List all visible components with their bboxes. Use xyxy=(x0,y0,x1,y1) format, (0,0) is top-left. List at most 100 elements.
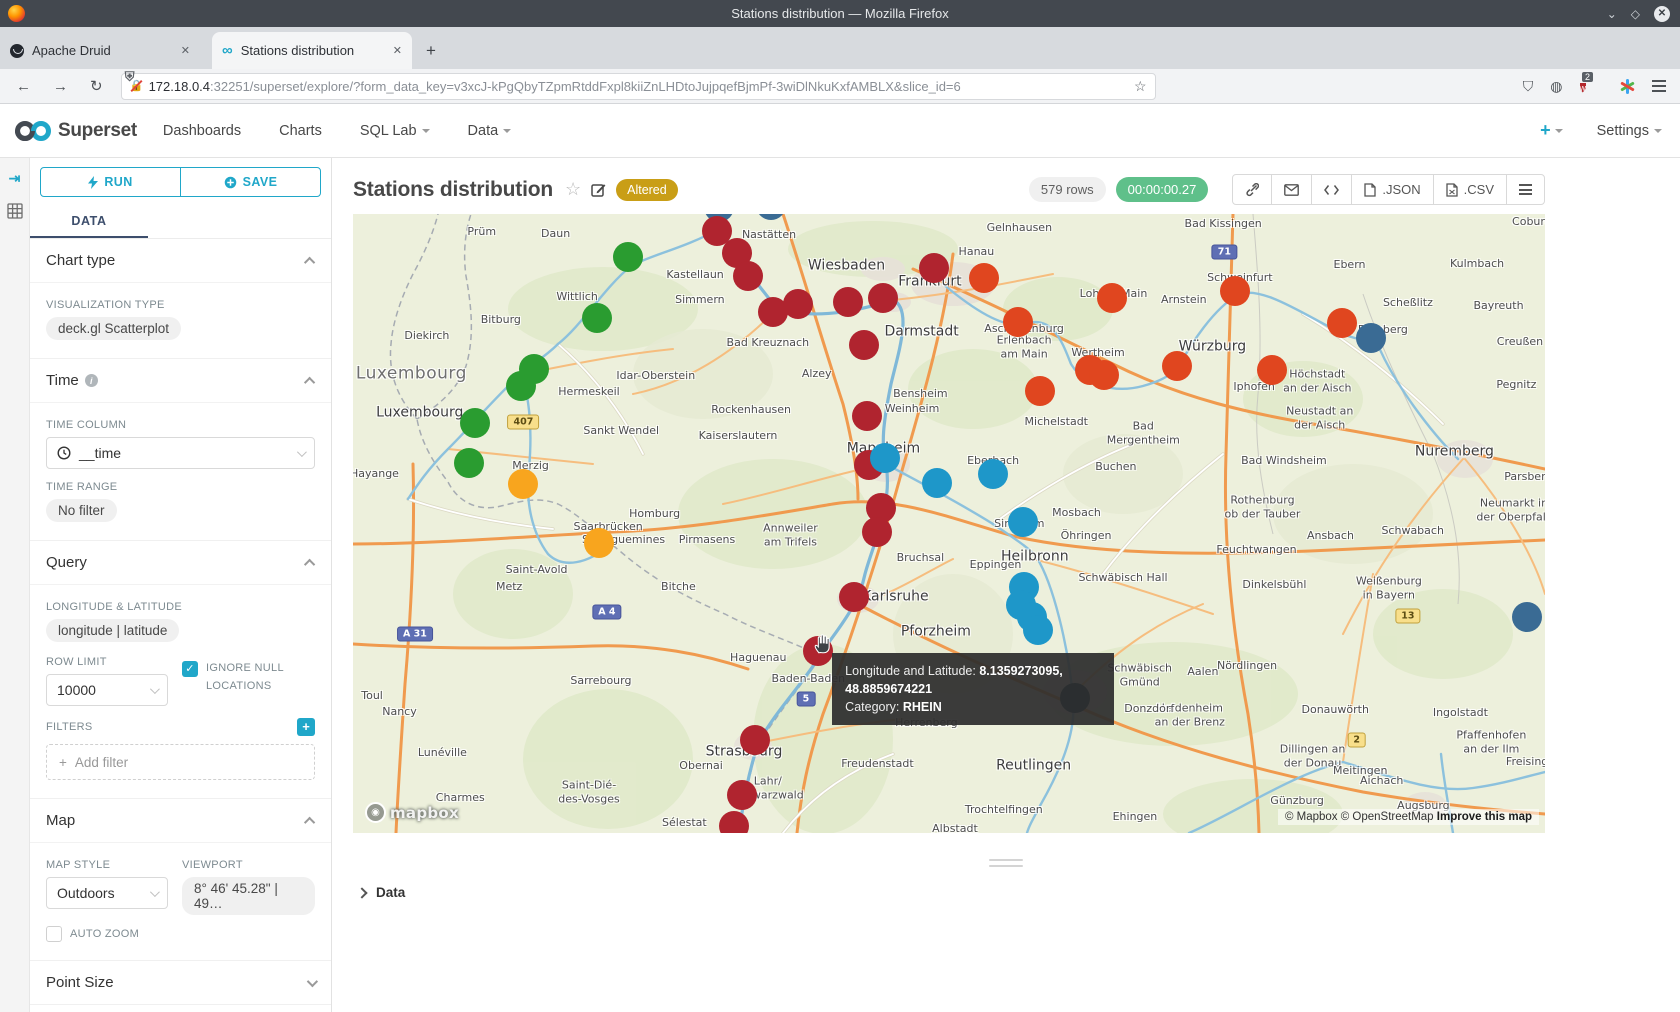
bookmark-star-icon[interactable]: ☆ xyxy=(1134,78,1147,95)
tab-apache-druid[interactable]: Apache Druid ✕ xyxy=(0,32,200,69)
map-place-label: Rothenburgob der Tauber xyxy=(1225,493,1301,521)
map-point-orangered[interactable] xyxy=(1089,360,1119,390)
nav-sql-lab[interactable]: SQL Lab xyxy=(360,123,430,139)
map-point-green[interactable] xyxy=(506,371,536,401)
email-button[interactable] xyxy=(1272,175,1312,204)
insecure-lock-icon[interactable]: 🔒 xyxy=(130,79,142,93)
section-header[interactable]: Chart type xyxy=(30,239,331,283)
map-point-darkred[interactable] xyxy=(833,287,863,317)
section-header[interactable]: Query xyxy=(30,541,331,585)
save-button[interactable]: SAVE xyxy=(181,168,320,196)
container-mask-icon[interactable]: ◍ xyxy=(1550,78,1562,95)
data-section-toggle[interactable]: Data xyxy=(332,867,1680,900)
more-options-button[interactable] xyxy=(1507,175,1544,204)
colorful-extension-icon[interactable] xyxy=(1620,79,1635,94)
map-point-orangered[interactable] xyxy=(969,263,999,293)
section-header[interactable]: Timei xyxy=(30,359,331,403)
nav-data[interactable]: Data xyxy=(468,123,512,139)
pocket-icon[interactable]: ⛉ xyxy=(1523,78,1534,95)
map-point-teal[interactable] xyxy=(1008,507,1038,537)
map-point-darkred[interactable] xyxy=(733,261,763,291)
map-point-darkred[interactable] xyxy=(727,780,757,810)
map-point-darkred[interactable] xyxy=(868,283,898,313)
add-new-button[interactable]: + xyxy=(1540,120,1563,141)
time-range-value[interactable]: No filter xyxy=(46,499,117,522)
map-point-steel[interactable] xyxy=(1512,602,1542,632)
reload-button[interactable]: ↻ xyxy=(90,77,103,95)
maximize-icon[interactable]: ◇ xyxy=(1631,8,1640,20)
new-tab-button[interactable]: + xyxy=(412,41,450,61)
embed-code-button[interactable] xyxy=(1312,175,1352,204)
edit-icon[interactable] xyxy=(591,182,606,197)
map-point-orangered[interactable] xyxy=(1162,351,1192,381)
checkbox-checked-icon[interactable]: ✓ xyxy=(182,661,198,677)
checkbox-empty-icon[interactable] xyxy=(46,926,62,942)
add-filter-box[interactable]: + Add filter xyxy=(46,744,315,780)
map-point-orangered[interactable] xyxy=(1025,376,1055,406)
time-column-select[interactable]: __time xyxy=(46,437,315,469)
auto-zoom-checkbox[interactable]: AUTO ZOOM xyxy=(46,925,315,942)
url-bar[interactable]: ⛨ 🔒 172.18.0.4:32251/superset/explore/?f… xyxy=(121,73,1156,100)
section-header[interactable]: Point Size xyxy=(30,961,331,1004)
map-point-green[interactable] xyxy=(582,303,612,333)
nav-charts[interactable]: Charts xyxy=(279,123,322,139)
map-place-label: Coburg xyxy=(1512,215,1545,229)
dataset-grid-icon[interactable] xyxy=(7,203,23,219)
map-point-darkred[interactable] xyxy=(862,517,892,547)
minimize-icon[interactable]: ⌄ xyxy=(1607,8,1617,20)
map-point-darkred[interactable] xyxy=(740,725,770,755)
tab-stations-distribution[interactable]: ∞ Stations distribution ✕ xyxy=(212,32,412,69)
map-point-darkred[interactable] xyxy=(852,401,882,431)
url-text[interactable]: 172.18.0.4:32251/superset/explore/?form_… xyxy=(149,79,1127,94)
row-limit-select[interactable]: 10000 xyxy=(46,674,168,706)
lonlat-value[interactable]: longitude | latitude xyxy=(46,619,179,642)
section-header[interactable]: Map xyxy=(30,799,331,843)
map-point-darkred[interactable] xyxy=(839,582,869,612)
map-point-teal[interactable] xyxy=(922,468,952,498)
tab-data[interactable]: DATA xyxy=(30,205,148,238)
map-point-orange[interactable] xyxy=(584,528,614,558)
map-point-darkred[interactable] xyxy=(783,289,813,319)
map-point-teal[interactable] xyxy=(870,443,900,473)
map-point-orangered[interactable] xyxy=(1257,355,1287,385)
map-point-green[interactable] xyxy=(460,408,490,438)
nav-dashboards[interactable]: Dashboards xyxy=(163,123,241,139)
mapbox-logo[interactable]: ◉ mapbox xyxy=(365,802,459,823)
map-style-select[interactable]: Outdoors xyxy=(46,877,168,909)
superset-logo[interactable]: Superset xyxy=(14,119,137,143)
nav-settings[interactable]: Settings xyxy=(1597,123,1662,139)
menu-icon[interactable] xyxy=(1652,80,1666,92)
map-point-orange[interactable] xyxy=(508,469,538,499)
map-point-steel[interactable] xyxy=(1356,323,1386,353)
map-point-orangered[interactable] xyxy=(1327,308,1357,338)
export-csv-button[interactable]: .CSV xyxy=(1434,175,1507,204)
map-point-green[interactable] xyxy=(454,448,484,478)
forward-button[interactable]: → xyxy=(53,78,68,95)
map-point-orangered[interactable] xyxy=(1097,283,1127,313)
close-icon[interactable]: ✕ xyxy=(1654,6,1670,22)
improve-map-link[interactable]: Improve this map xyxy=(1437,811,1532,823)
map-point-darkred[interactable] xyxy=(849,330,879,360)
ublock-icon[interactable]: w2 xyxy=(1580,78,1587,95)
map-point-darkred[interactable] xyxy=(919,253,949,283)
ignore-null-checkbox[interactable]: ✓ IGNORE NULL LOCATIONS xyxy=(182,660,315,695)
map-point-orangered[interactable] xyxy=(1220,276,1250,306)
share-link-button[interactable] xyxy=(1233,175,1272,204)
resize-handle[interactable] xyxy=(986,859,1026,867)
deckgl-scatter-map[interactable]: Longitude and Latitude: 8.1359273095, 48… xyxy=(353,214,1545,833)
map-point-teal[interactable] xyxy=(978,459,1008,489)
tab-close-icon[interactable]: ✕ xyxy=(393,44,402,57)
export-json-button[interactable]: .JSON xyxy=(1352,175,1433,204)
back-button[interactable]: ← xyxy=(16,78,31,95)
tab-close-icon[interactable]: ✕ xyxy=(181,44,190,57)
expand-panel-icon[interactable]: ⇥ xyxy=(9,170,21,187)
add-filter-plus-button[interactable]: + xyxy=(297,718,315,736)
map-point-teal[interactable] xyxy=(1023,615,1053,645)
map-point-orangered[interactable] xyxy=(1003,307,1033,337)
viewport-value[interactable]: 8° 46' 45.28" | 49… xyxy=(182,877,315,915)
run-button[interactable]: RUN xyxy=(41,168,181,196)
map-point-green[interactable] xyxy=(613,242,643,272)
favorite-star-icon[interactable]: ☆ xyxy=(565,179,581,200)
chart-actions: .JSON .CSV xyxy=(1232,174,1545,205)
viz-type-value[interactable]: deck.gl Scatterplot xyxy=(46,317,181,340)
